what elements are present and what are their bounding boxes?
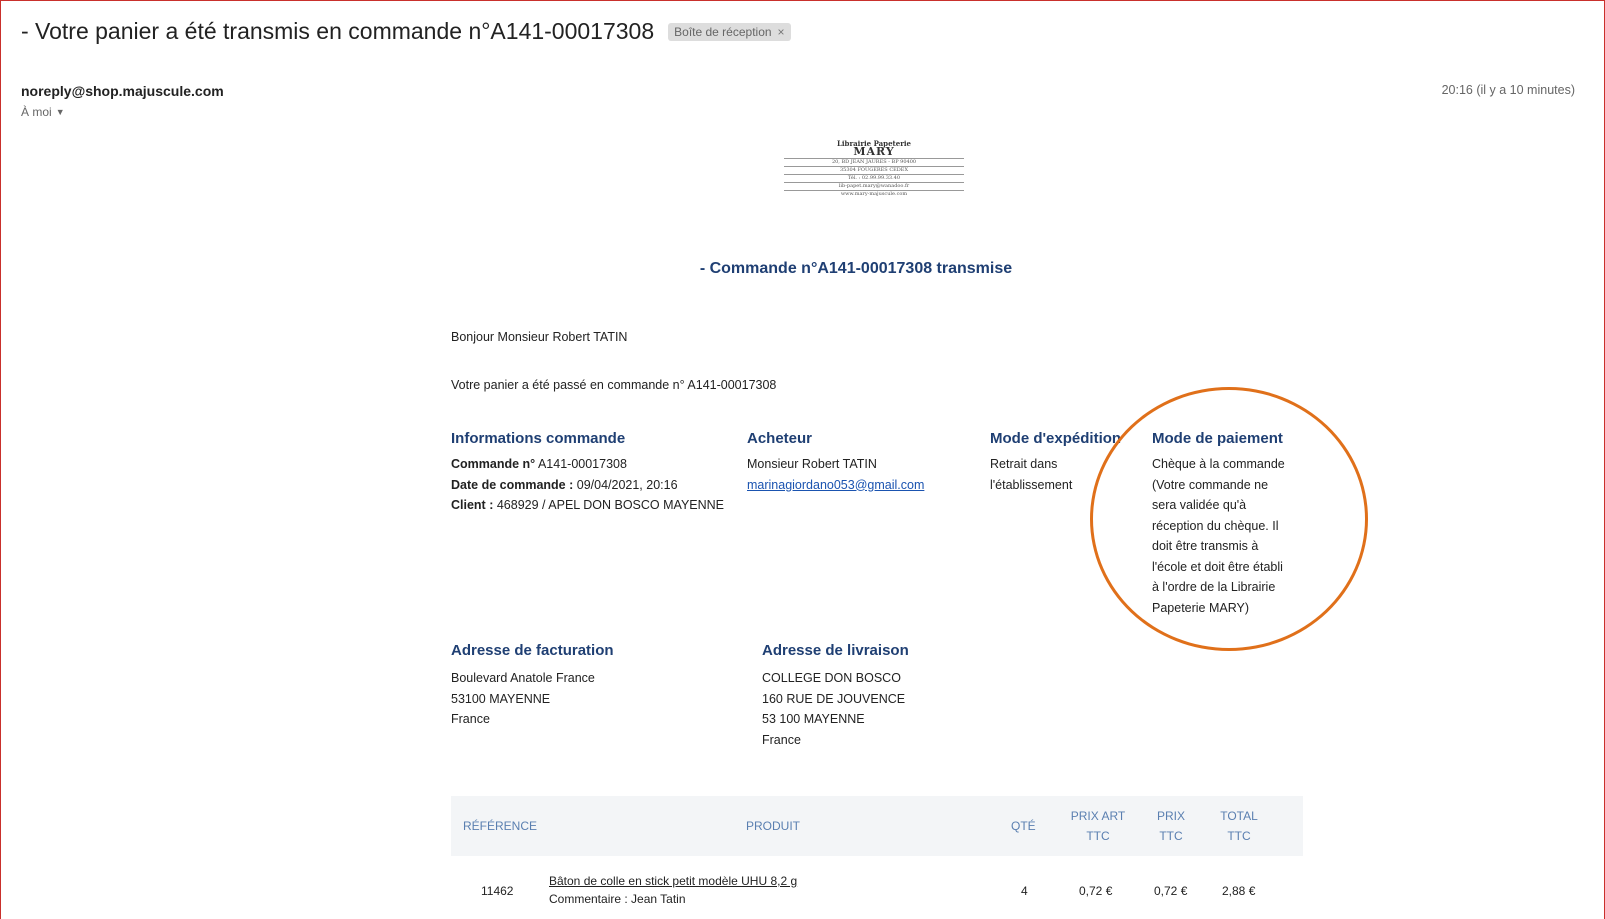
payment-line: sera validée qu'à bbox=[1152, 498, 1247, 512]
logo-address-1: 20, BD JEAN JAURES - BP 90400 bbox=[784, 158, 964, 165]
delivery-line: 53 100 MAYENNE bbox=[762, 712, 865, 726]
cell-total: 2,88 € bbox=[1222, 884, 1256, 898]
payment-line: réception du chèque. Il bbox=[1152, 518, 1279, 533]
payment-heading: Mode de paiement bbox=[1152, 430, 1283, 447]
recipient-label: À moi bbox=[21, 105, 52, 119]
col-header-unit-price: PRIX ART TTC bbox=[1070, 809, 1126, 843]
caret-down-icon[interactable]: ▼ bbox=[56, 107, 65, 117]
inbox-label-chip[interactable]: Boîte de réception × bbox=[668, 22, 791, 41]
logo-address-3: Tél. : 02.99.99.33.40 bbox=[784, 174, 964, 181]
delivery-block: COLLEGE DON BOSCO 160 RUE DE JOUVENCE 53… bbox=[762, 668, 905, 750]
close-icon[interactable]: × bbox=[778, 25, 785, 39]
order-info-heading: Informations commande bbox=[451, 430, 626, 447]
cell-price: 0,72 € bbox=[1154, 884, 1188, 898]
col-header-price: PRIX TTC bbox=[1156, 809, 1185, 843]
logo-address-2: 35304 FOUGERES CEDEX bbox=[784, 166, 964, 173]
logo-address-5: www.mary-majuscule.com bbox=[784, 190, 964, 197]
delivery-line: COLLEGE DON BOSCO bbox=[762, 671, 901, 685]
payment-line: Papeterie MARY) bbox=[1152, 600, 1250, 615]
cell-unit-price: 0,72 € bbox=[1079, 884, 1113, 898]
table-header: RÉFÉRENCE PRODUIT QTÉ PRIX ART TTC PRIX TT… bbox=[451, 796, 1303, 856]
email-timestamp: 20:16 (il y a 10 minutes) bbox=[1441, 83, 1575, 97]
payment-line: doit être transmis à bbox=[1152, 539, 1259, 553]
col-header-ref: RÉFÉRENCE bbox=[463, 819, 538, 833]
logo-line2: MARY bbox=[853, 145, 895, 158]
table-row: 11462 Bâton de colle en stick petit modè… bbox=[451, 856, 1303, 916]
shipping-line1: Retrait dans bbox=[990, 457, 1058, 471]
delivery-line: 160 RUE DE JOUVENCE bbox=[762, 691, 906, 706]
logo-address-4: lib-papet.mary@wanadoo.fr bbox=[784, 182, 964, 189]
buyer-block: Monsieur Robert TATIN marinagiordano053@… bbox=[747, 454, 924, 495]
order-title: - Commande n°A141-00017308 transmise bbox=[699, 260, 1013, 277]
product-comment: Commentaire : Jean Tatin bbox=[549, 892, 686, 906]
buyer-email-link[interactable]: marinagiordano053@gmail.com bbox=[747, 478, 924, 492]
payment-line: Chèque à la commande bbox=[1152, 457, 1285, 471]
cell-product: Bâton de colle en stick petit modèle UHU… bbox=[549, 874, 797, 906]
payment-line: à l'ordre de la Librairie bbox=[1152, 580, 1276, 594]
order-info-block: Commande n° A141-00017308 Date de comman… bbox=[451, 454, 724, 516]
shop-logo: Librairie Papeterie MARY 20, BD JEAN JAU… bbox=[784, 140, 964, 197]
delivery-heading: Adresse de livraison bbox=[762, 642, 909, 659]
billing-heading: Adresse de facturation bbox=[451, 642, 614, 659]
intro-text: Votre panier a été passé en commande n° … bbox=[451, 378, 777, 392]
shipping-line2: l'établissement bbox=[990, 477, 1073, 492]
recipient-dropdown[interactable]: À moi ▼ bbox=[21, 105, 65, 119]
col-header-total: TOTAL TTC bbox=[1220, 809, 1258, 843]
billing-line: Boulevard Anatole France bbox=[451, 671, 595, 685]
greeting: Bonjour Monsieur Robert TATIN bbox=[451, 330, 628, 344]
col-header-product: PRODUIT bbox=[746, 819, 800, 833]
billing-block: Boulevard Anatole France 53100 MAYENNE F… bbox=[451, 668, 595, 730]
order-client-line: Client : 468929 / APEL DON BOSCO MAYENNE bbox=[451, 498, 725, 512]
payment-line: l'école et doit être établi bbox=[1152, 559, 1283, 574]
cell-qty: 4 bbox=[1021, 884, 1028, 898]
col-header-qty: QTÉ bbox=[1011, 819, 1036, 833]
delivery-line: France bbox=[762, 732, 801, 747]
order-items-table: RÉFÉRENCE PRODUIT QTÉ PRIX ART TTC PRIX TT… bbox=[451, 796, 1303, 916]
product-link[interactable]: Bâton de colle en stick petit modèle UHU… bbox=[549, 874, 797, 888]
order-number-line: Commande n° A141-00017308 bbox=[451, 457, 627, 471]
subject-text: - Votre panier a été transmis en command… bbox=[21, 18, 655, 44]
billing-line: 53100 MAYENNE bbox=[451, 691, 551, 706]
payment-line: (Votre commande ne bbox=[1152, 477, 1269, 492]
shipping-heading: Mode d'expédition bbox=[990, 430, 1122, 447]
order-date-line: Date de commande : 09/04/2021, 20:16 bbox=[451, 477, 678, 492]
payment-block: Chèque à la commande (Votre commande ne … bbox=[1152, 454, 1285, 618]
buyer-heading: Acheteur bbox=[747, 430, 813, 447]
sender-address[interactable]: noreply@shop.majuscule.com bbox=[21, 83, 224, 99]
buyer-name: Monsieur Robert TATIN bbox=[747, 457, 877, 471]
cell-ref: 11462 bbox=[481, 884, 514, 898]
shipping-block: Retrait dans l'établissement bbox=[990, 454, 1072, 495]
email-subject: - Votre panier a été transmis en command… bbox=[21, 18, 791, 45]
chip-label: Boîte de réception bbox=[674, 24, 772, 39]
billing-line: France bbox=[451, 712, 490, 726]
